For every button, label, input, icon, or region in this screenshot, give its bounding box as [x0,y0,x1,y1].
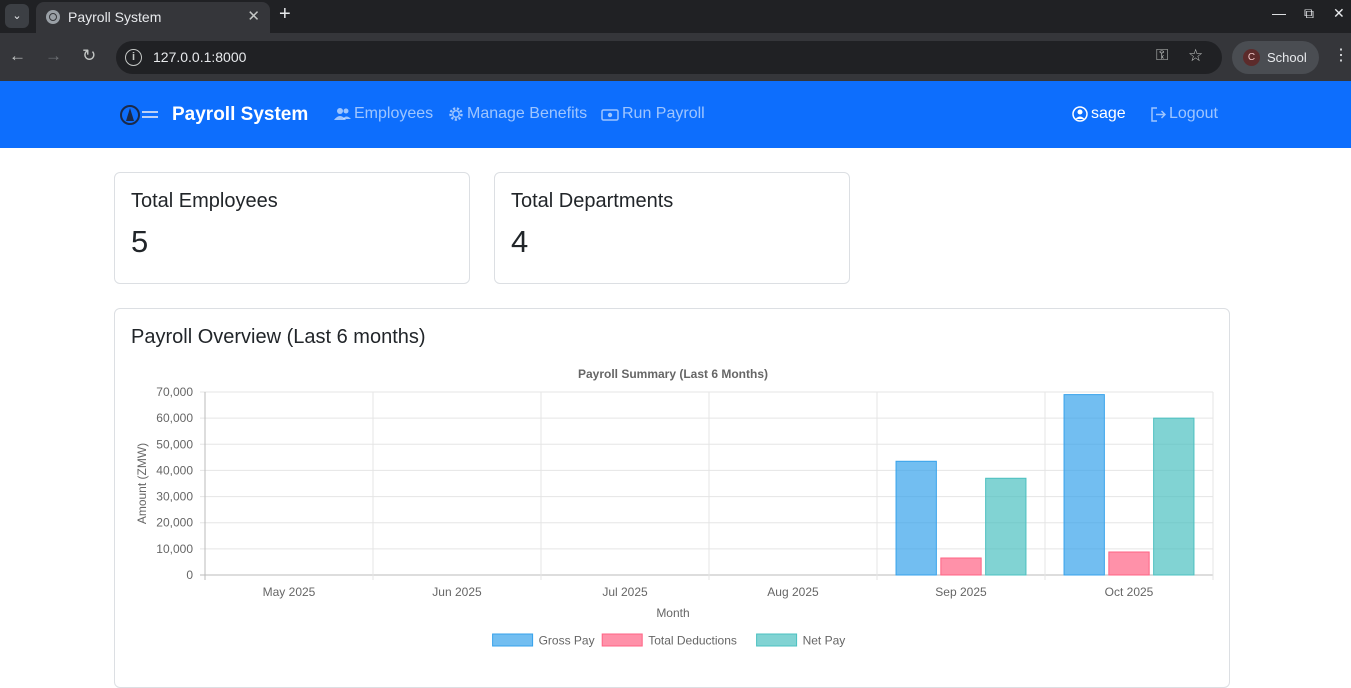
tab-list-chevron-icon[interactable]: ⌄ [5,4,29,28]
nav-logout[interactable]: Logout [1150,105,1218,123]
site-info-icon[interactable]: i [125,49,142,66]
tab-title: Payroll System [68,9,162,25]
profile-button[interactable]: C School [1232,41,1319,74]
legend-swatch [492,633,534,647]
profile-avatar: C [1243,49,1260,66]
profile-name: School [1267,50,1307,65]
x-tick-label: Aug 2025 [767,585,819,599]
legend-label: Total Deductions [648,634,737,648]
app-navbar: Payroll System Employees Manage Benefits… [0,81,1351,148]
users-icon [334,108,351,120]
y-tick-label: 60,000 [156,411,193,425]
address-bar[interactable]: i 127.0.0.1:8000 ⚿ ☆ [116,41,1222,74]
bar-net-pay [1153,417,1195,576]
total-employees-card: Total Employees 5 [114,172,470,284]
total-departments-value: 4 [511,224,529,259]
restore-icon[interactable]: ⧉ [1304,5,1314,22]
nav-manage-benefits-label: Manage Benefits [467,105,588,122]
bookmark-star-icon[interactable]: ☆ [1188,46,1203,66]
minimize-icon[interactable]: — [1272,5,1286,21]
y-tick-label: 0 [186,568,193,582]
bar-gross-pay [895,460,937,576]
y-tick-label: 10,000 [156,542,193,556]
total-employees-value: 5 [131,224,149,259]
password-key-icon[interactable]: ⚿ [1156,47,1168,65]
y-tick-label: 20,000 [156,516,193,530]
nav-user[interactable]: sage [1072,105,1126,123]
x-tick-label: Jul 2025 [602,585,648,599]
total-departments-card: Total Departments 4 [494,172,850,284]
bar-total-deductions [1108,551,1150,576]
x-tick-label: Oct 2025 [1105,585,1154,599]
payroll-summary-chart[interactable]: Payroll Summary (Last 6 Months) 0 10,000 20… [115,309,1231,669]
payroll-overview-card: Payroll Overview (Last 6 months) Payroll… [114,308,1230,688]
y-tick-label: 40,000 [156,463,193,477]
browser-toolbar: ← → ↻ i 127.0.0.1:8000 ⚿ ☆ C School ⋮ [0,33,1351,81]
globe-icon [46,10,60,24]
logout-icon [1151,106,1166,122]
address-url[interactable]: 127.0.0.1:8000 [153,49,246,65]
chart-title: Payroll Summary (Last 6 Months) [578,367,768,381]
bar-total-deductions [940,557,982,576]
legend-label: Net Pay [803,634,846,648]
bar-gross-pay [1063,394,1105,576]
browser-tab-bar: ⌄ Payroll System ✕ + — ⧉ ✕ [0,0,1351,33]
x-tick-label: Sep 2025 [935,585,987,599]
bar-net-pay [985,477,1027,576]
nav-employees[interactable]: Employees [334,105,433,123]
y-tick-label: 70,000 [156,385,193,399]
y-tick-label: 50,000 [156,437,193,451]
legend-swatch [601,633,643,647]
user-circle-icon [1072,106,1088,122]
browser-menu-icon[interactable]: ⋮ [1333,45,1349,65]
y-tick-label: 30,000 [156,490,193,504]
x-axis-title: Month [656,606,689,620]
legend-label: Gross Pay [539,634,595,648]
brand-logo-icon[interactable] [118,103,160,127]
nav-logout-label: Logout [1169,105,1218,122]
total-departments-title: Total Departments [511,190,674,212]
nav-employees-label: Employees [354,105,434,122]
new-tab-plus-icon[interactable]: + [279,3,291,26]
forward-arrow-icon[interactable]: → [45,46,62,66]
gear-icon [449,107,463,121]
back-arrow-icon[interactable]: ← [9,46,26,66]
x-tick-label: May 2025 [263,585,316,599]
browser-tab[interactable]: Payroll System ✕ [36,2,270,33]
tab-close-icon[interactable]: ✕ [247,7,260,25]
reload-icon[interactable]: ↻ [82,46,96,66]
nav-run-payroll-label: Run Payroll [622,105,705,122]
nav-run-payroll[interactable]: Run Payroll [601,105,705,123]
total-employees-title: Total Employees [131,190,278,212]
window-close-icon[interactable]: ✕ [1333,5,1345,22]
brand-name[interactable]: Payroll System [172,104,308,126]
cash-icon [601,108,619,121]
y-axis-title: Amount (ZMW) [135,443,149,524]
nav-manage-benefits[interactable]: Manage Benefits [448,105,587,123]
x-tick-label: Jun 2025 [432,585,482,599]
nav-user-label: sage [1091,105,1126,122]
legend-swatch [756,633,798,647]
